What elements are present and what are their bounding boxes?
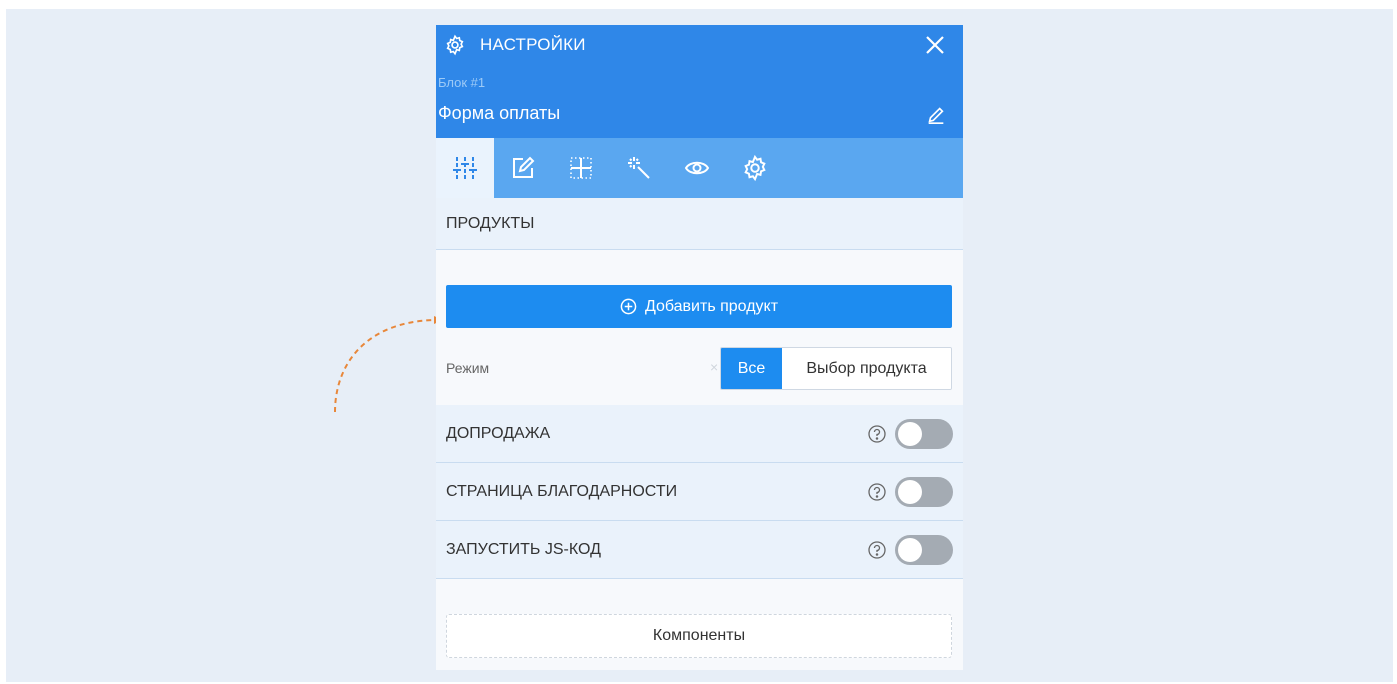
gear-icon [446,34,464,56]
settings-tabs [436,138,963,198]
settings-panel: НАСТРОЙКИ Блок #1 Форма оплаты ПРОДУКТЫ … [436,25,963,670]
tab-spacing[interactable] [552,138,610,198]
pencil-icon[interactable] [925,103,947,125]
mode-clear-icon[interactable]: × [710,359,718,375]
tab-settings[interactable] [726,138,784,198]
add-product-label: Добавить продукт [644,297,779,315]
block-label: Блок #1 [438,75,486,90]
components-button[interactable]: Компоненты [446,614,952,658]
tab-visibility[interactable] [668,138,726,198]
mode-option-all[interactable]: Все [721,348,782,389]
tab-layout[interactable] [436,138,494,198]
block-name: Форма оплаты [438,103,561,123]
plus-circle-icon [620,298,637,315]
eye-icon [684,161,710,175]
add-product-button[interactable]: Добавить продукт [446,285,952,328]
run-js-toggle[interactable] [895,534,953,565]
thank-you-page-row: СТРАНИЦА БЛАГОДАРНОСТИ [436,463,963,521]
help-icon[interactable] [867,540,887,560]
run-js-label: ЗАПУСТИТЬ JS-КОД [446,540,601,558]
close-icon[interactable] [923,33,947,57]
panel-title: НАСТРОЙКИ [480,35,586,54]
panel-header: НАСТРОЙКИ Блок #1 Форма оплаты [436,25,963,138]
upsell-row: ДОПРОДАЖА [436,405,963,463]
tab-edit[interactable] [494,138,552,198]
edit-icon [513,156,535,178]
gear-icon [744,154,766,182]
mode-option-select-product[interactable]: Выбор продукта [782,348,951,389]
grid-icon [570,157,592,179]
mode-row: Режим × Все Выбор продукта [446,347,952,390]
tab-effects[interactable] [610,138,668,198]
thank-you-page-toggle[interactable] [895,476,953,507]
mode-segmented-control: Все Выбор продукта [720,347,952,390]
help-icon[interactable] [867,424,887,444]
help-icon[interactable] [867,482,887,502]
thank-you-page-label: СТРАНИЦА БЛАГОДАРНОСТИ [446,482,678,500]
upsell-label: ДОПРОДАЖА [446,424,551,442]
run-js-row: ЗАПУСТИТЬ JS-КОД [436,521,963,579]
products-heading: ПРОДУКТЫ [446,214,535,232]
components-area: Компоненты [436,579,963,667]
sliders-icon [453,157,477,179]
magic-wand-icon [628,157,650,179]
products-section-body: Добавить продукт Режим × Все Выбор проду… [436,250,963,405]
mode-label: Режим [446,360,490,376]
products-section-header[interactable]: ПРОДУКТЫ [436,198,963,250]
annotation-arrow-icon [334,316,443,413]
upsell-toggle[interactable] [895,418,953,449]
